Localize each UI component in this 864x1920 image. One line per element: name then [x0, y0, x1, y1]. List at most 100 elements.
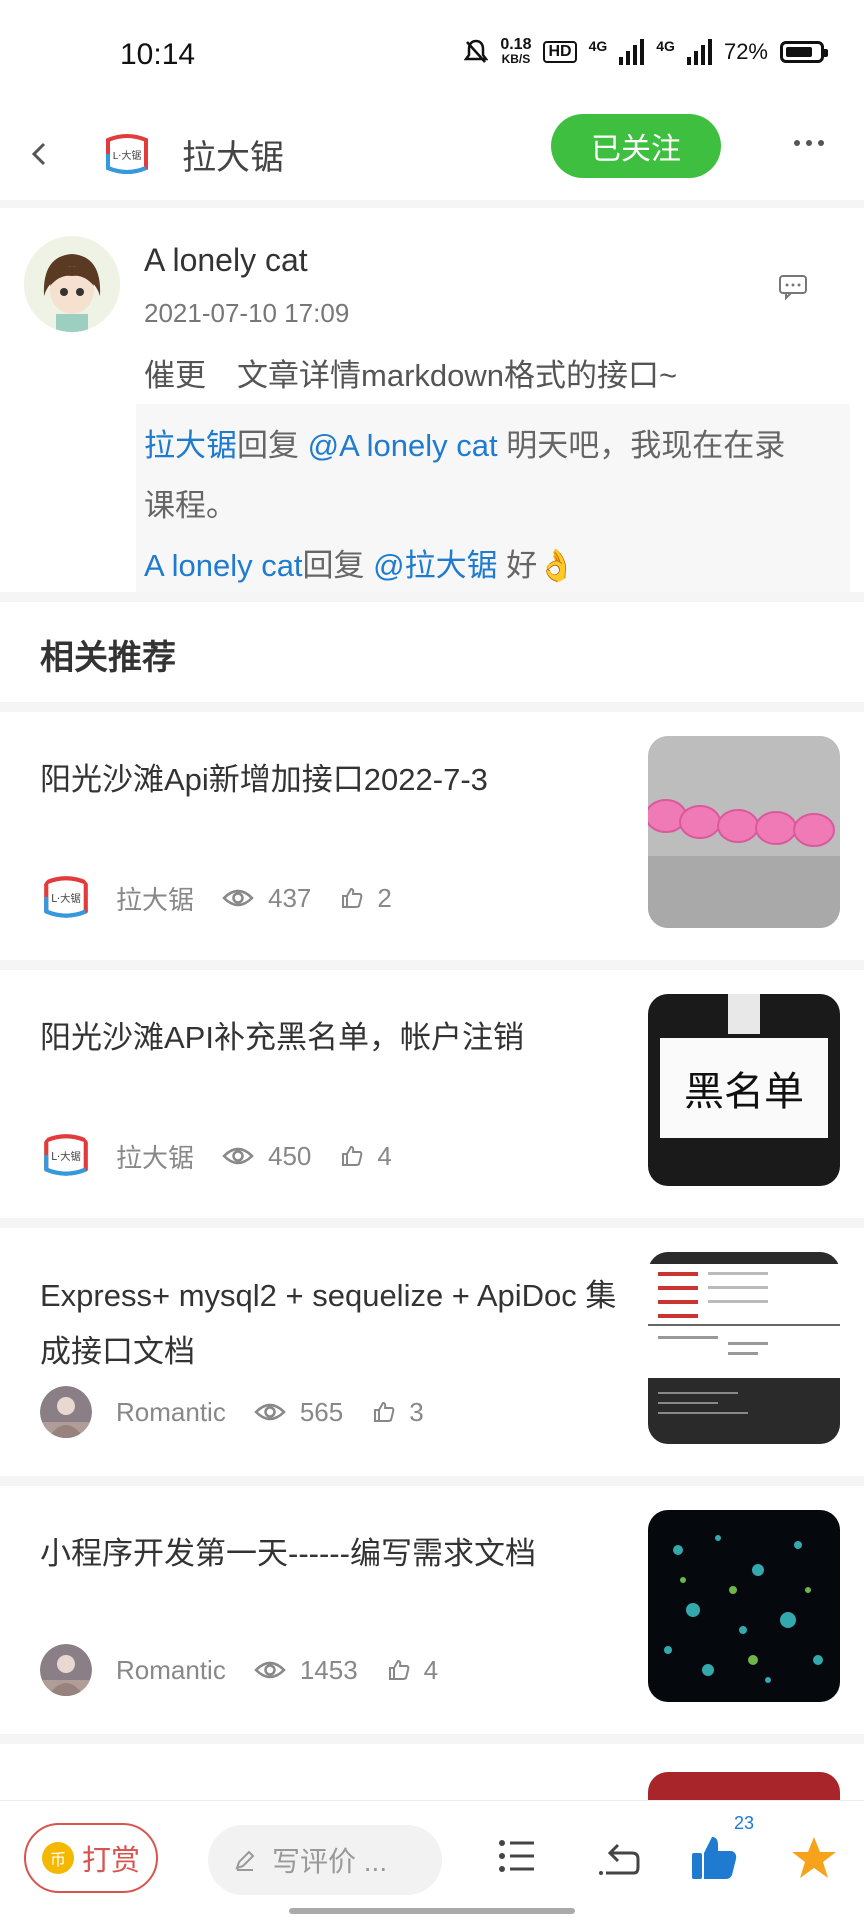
article-thumbnail[interactable]: [648, 1252, 840, 1444]
bottom-bar: 币 打赏 写评价 ... 23: [0, 1800, 864, 1920]
divider: [0, 592, 864, 602]
eye-icon: [254, 1661, 286, 1679]
like-count-badge: 23: [734, 1813, 755, 1833]
status-bar: 10:14 0.18 KB/S HD 4G 4G 72%: [0, 0, 864, 110]
svg-text:L·大锯: L·大锯: [51, 892, 81, 905]
svg-text:L·大锯: L·大锯: [51, 1150, 81, 1163]
article-card[interactable]: 阳光沙滩API补充黑名单，帐户注销 L·大锯 拉大锯 450 4 黑名单: [0, 970, 864, 1218]
thumb-up-icon: [342, 1145, 363, 1166]
like-count: 2: [377, 882, 392, 913]
article-meta: L·大锯 拉大锯 437 2: [40, 872, 392, 924]
reward-button[interactable]: 币 打赏: [24, 1823, 158, 1893]
star-icon[interactable]: [790, 1835, 838, 1881]
follow-button[interactable]: 已关注: [551, 114, 721, 178]
reply-from[interactable]: A lonely cat: [144, 548, 303, 583]
reply-item: 拉大锯回复 @A lonely cat 明天吧，我现在在录: [144, 416, 842, 476]
article-thumbnail[interactable]: [648, 1510, 840, 1702]
pencil-icon: [235, 1850, 255, 1871]
reply-from[interactable]: 拉大锯: [144, 428, 237, 463]
article-title[interactable]: Express+ mysql2 + sequelize + ApiDoc 集成接…: [40, 1268, 630, 1380]
comment-text: 催更 文章详情markdown格式的接口~: [144, 358, 678, 393]
article-card[interactable]: Express+ mysql2 + sequelize + ApiDoc 集成接…: [0, 1228, 864, 1476]
divider: [0, 702, 864, 712]
author-avatar: L·大锯: [44, 876, 88, 918]
shirt-collar: [728, 994, 760, 1034]
brand-logo: L·大锯: [106, 134, 148, 174]
back-icon[interactable]: [26, 132, 56, 176]
article-thumbnail[interactable]: 黑名单: [648, 994, 840, 1186]
reply-item: A lonely cat回复 @拉大锯 好👌: [144, 536, 842, 596]
thumb-up-icon: [374, 1401, 395, 1422]
avatar[interactable]: [24, 236, 120, 332]
reply-verb: 回复: [302, 548, 365, 583]
eye-icon: [254, 1403, 286, 1421]
signal-1-label: 4G: [588, 38, 608, 54]
list-icon[interactable]: [498, 1837, 536, 1875]
author-name: 拉大锯: [116, 884, 195, 915]
eye-icon: [222, 889, 254, 907]
more-icon[interactable]: [794, 140, 824, 146]
share-icon[interactable]: [598, 1837, 640, 1877]
svg-text:L·大锯: L·大锯: [113, 149, 142, 162]
thumb-up-icon[interactable]: [690, 1835, 738, 1881]
reply-icon[interactable]: [778, 274, 808, 300]
view-count: 450: [268, 1140, 312, 1171]
author-name: 拉大锯: [116, 1142, 195, 1173]
article-title[interactable]: 小程序开发第一天------编写需求文档: [40, 1526, 630, 1582]
like-count: 3: [409, 1396, 424, 1427]
reply-to[interactable]: @A lonely cat: [308, 428, 498, 463]
author-name: Romantic: [116, 1654, 226, 1685]
signal-icon: [686, 39, 712, 65]
signal-icon: [619, 39, 645, 65]
bell-mute-icon: [464, 39, 489, 63]
comment-time: 2021-07-10 17:09: [144, 298, 350, 328]
blacklist-sign: 黑名单: [660, 1038, 828, 1138]
net-speed-unit: KB/S: [501, 52, 531, 66]
battery-icon: [780, 41, 828, 63]
article-title[interactable]: 阳光沙滩Api新增加接口2022-7-3: [40, 752, 630, 808]
coin-icon: 币: [41, 1842, 74, 1874]
top-nav: L·大锯 拉大锯 已关注: [0, 110, 864, 208]
comment-input[interactable]: 写评价 ...: [208, 1825, 442, 1895]
article-meta: L·大锯 拉大锯 450 4: [40, 1130, 392, 1182]
article-title[interactable]: 阳光沙滩API补充黑名单，帐户注销: [40, 1010, 630, 1066]
battery-text: 72%: [723, 39, 768, 64]
status-time: 10:14: [120, 38, 196, 71]
signal-2-label: 4G: [656, 38, 675, 54]
divider: [0, 1476, 864, 1486]
home-indicator[interactable]: [289, 1908, 575, 1914]
like-count: 4: [377, 1140, 392, 1171]
reply-list: 拉大锯回复 @A lonely cat 明天吧，我现在在录 课程。 A lone…: [136, 404, 850, 592]
article-thumbnail[interactable]: [648, 736, 840, 928]
article-card[interactable]: 阳光沙滩Api新增加接口2022-7-3 L·大锯 拉大锯 437 2: [0, 712, 864, 960]
article-card-partial[interactable]: [0, 1744, 864, 1800]
eye-icon: [222, 1147, 254, 1165]
thumb-up-icon: [388, 1659, 409, 1680]
net-speed-value: 0.18: [500, 36, 532, 53]
article-card[interactable]: 小程序开发第一天------编写需求文档 Romantic 1453 4: [0, 1486, 864, 1734]
author-avatar: [40, 1386, 92, 1438]
thumb-up-icon: [342, 887, 363, 908]
reward-label: 打赏: [81, 1845, 140, 1877]
article-meta: Romantic 1453 4: [40, 1644, 438, 1696]
reply-text: 好👌: [497, 548, 576, 583]
like-count: 4: [423, 1654, 439, 1685]
reply-text-cont: 课程。: [144, 488, 237, 523]
view-count: 437: [268, 882, 312, 913]
reply-verb: 回复: [237, 428, 299, 463]
article-thumbnail[interactable]: [648, 1772, 840, 1800]
reply-to[interactable]: @拉大锯: [373, 548, 497, 583]
view-count: 565: [299, 1396, 344, 1427]
divider: [0, 1218, 864, 1228]
author-avatar: [40, 1644, 92, 1696]
view-count: 1453: [299, 1654, 358, 1685]
comment-item: A lonely cat 2021-07-10 17:09 催更 文章详情mar…: [0, 216, 864, 592]
reply-text: 明天吧，我现在在录: [497, 428, 786, 463]
author-name: Romantic: [116, 1396, 226, 1427]
nav-title: 拉大锯: [182, 139, 284, 177]
hd-badge: HD: [543, 41, 577, 63]
net-speed: 0.18 KB/S: [500, 36, 532, 67]
author-avatar: L·大锯: [44, 1134, 88, 1176]
article-meta: Romantic 565 3: [40, 1386, 424, 1438]
comment-user[interactable]: A lonely cat: [144, 242, 308, 279]
